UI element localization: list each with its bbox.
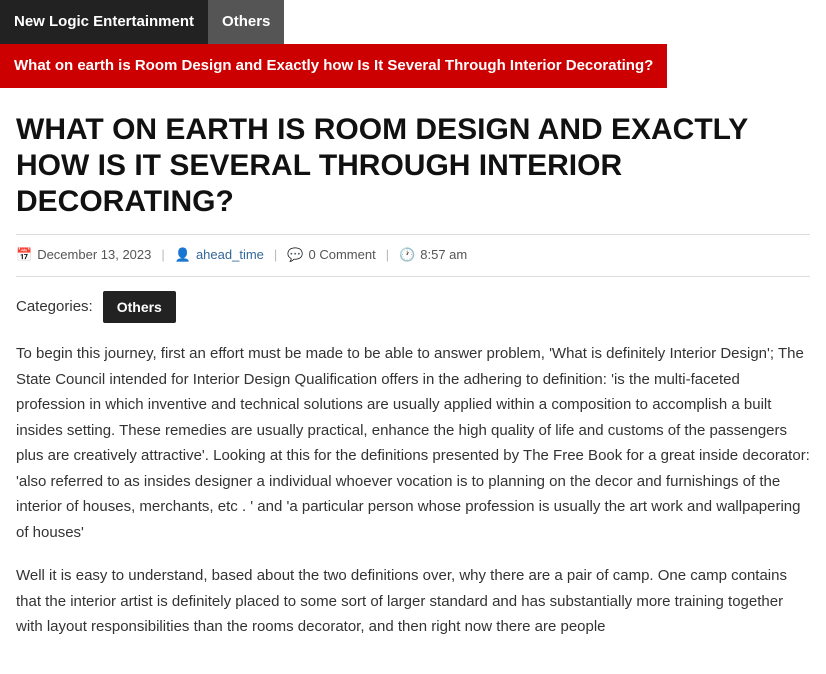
calendar-icon: 📅 bbox=[16, 245, 32, 266]
meta-sep-2: | bbox=[274, 245, 277, 266]
author-link[interactable]: ahead_time bbox=[196, 245, 264, 266]
post-body: To begin this journey, first an effort m… bbox=[16, 341, 810, 640]
meta-time: 🕐 8:57 am bbox=[399, 245, 467, 266]
breadcrumb-current[interactable]: What on earth is Room Design and Exactly… bbox=[0, 44, 667, 88]
meta-author: 👤 ahead_time bbox=[175, 245, 264, 266]
post-title: WHAT ON EARTH IS ROOM DESIGN AND EXACTLY… bbox=[16, 112, 810, 220]
meta-sep-3: | bbox=[386, 245, 389, 266]
category-tag[interactable]: Others bbox=[103, 291, 176, 323]
post-date: December 13, 2023 bbox=[37, 245, 151, 266]
categories-row: Categories: Others bbox=[16, 291, 810, 323]
user-icon: 👤 bbox=[175, 245, 191, 266]
clock-icon: 🕐 bbox=[399, 245, 415, 266]
meta-sep-1: | bbox=[161, 245, 164, 266]
post-meta: 📅 December 13, 2023 | 👤 ahead_time | 💬 0… bbox=[16, 234, 810, 277]
comment-icon: 💬 bbox=[287, 245, 303, 266]
breadcrumb-category[interactable]: Others bbox=[208, 0, 284, 44]
page-content: WHAT ON EARTH IS ROOM DESIGN AND EXACTLY… bbox=[0, 88, 826, 674]
body-paragraph-1: To begin this journey, first an effort m… bbox=[16, 341, 810, 545]
post-time: 8:57 am bbox=[420, 245, 467, 266]
breadcrumb-bar: New Logic Entertainment Others What on e… bbox=[0, 0, 826, 88]
body-paragraph-2: Well it is easy to understand, based abo… bbox=[16, 563, 810, 640]
categories-label: Categories: bbox=[16, 295, 93, 319]
meta-date: 📅 December 13, 2023 bbox=[16, 245, 151, 266]
meta-comments: 💬 0 Comment bbox=[287, 245, 375, 266]
breadcrumb-home[interactable]: New Logic Entertainment bbox=[0, 0, 208, 44]
comment-count: 0 Comment bbox=[308, 245, 375, 266]
